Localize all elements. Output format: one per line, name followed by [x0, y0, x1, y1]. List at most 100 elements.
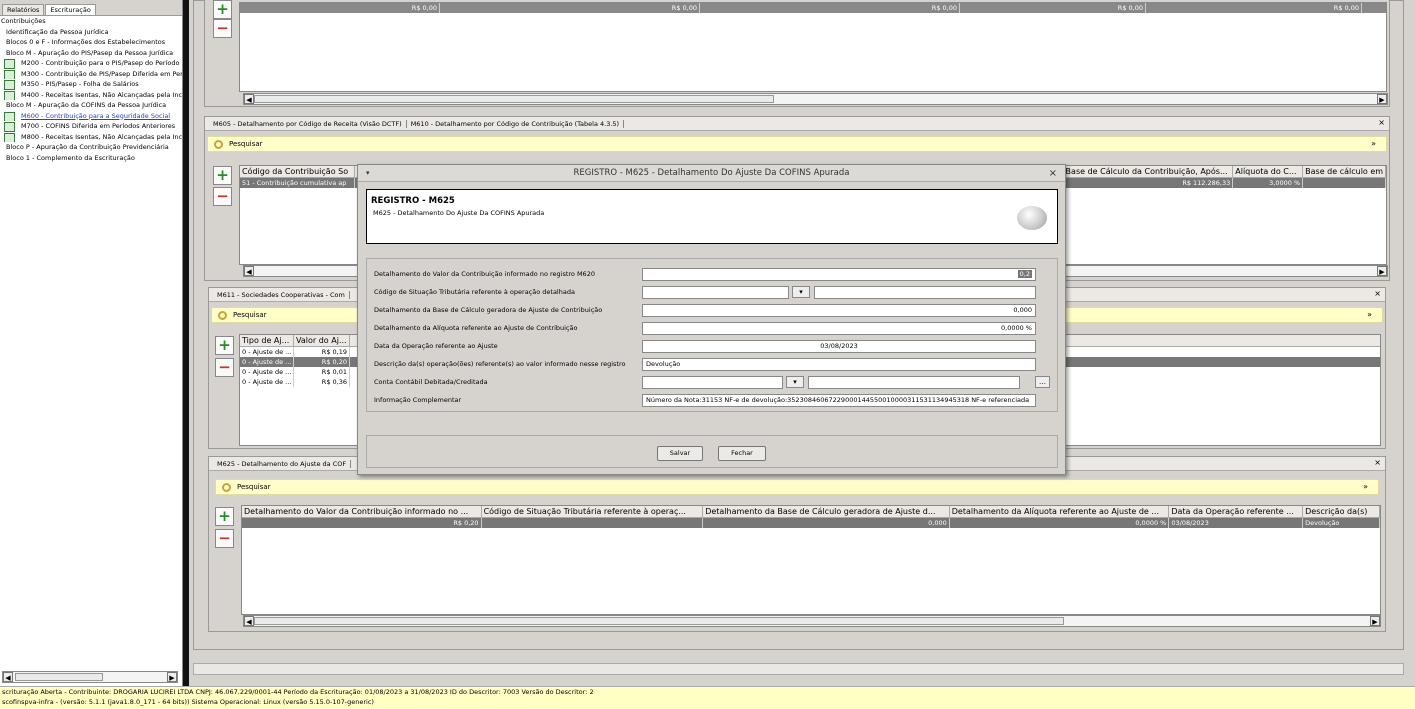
main-horizontal-scrollbar[interactable]	[193, 663, 1404, 675]
column-header[interactable]: Alíquota do C...	[1233, 166, 1304, 177]
tree-item[interactable]: Bloco P - Apuração da Contribuição Previ…	[0, 142, 182, 153]
tree-item[interactable]: Bloco M - Apuração do PIS/Pasep da Pesso…	[0, 48, 182, 59]
cst-dropdown-button[interactable]: ▾	[792, 286, 810, 298]
scroll-thumb[interactable]	[254, 617, 1064, 625]
conta-code-field[interactable]	[642, 376, 783, 389]
scroll-right-arrow-icon[interactable]: ▶	[1370, 616, 1380, 626]
column-header[interactable]: Base de Cálculo da Contribuição, Após...	[1064, 166, 1234, 177]
remove-button[interactable]: −	[213, 187, 232, 206]
header-title: REGISTRO - M625	[371, 196, 455, 206]
m625-grid[interactable]: Detalhamento do Valor da Contribuição in…	[241, 505, 1381, 615]
tab-relatorios[interactable]: Relatórios	[2, 4, 45, 15]
base-calculo-field[interactable]: 0,000	[642, 304, 1036, 317]
horizontal-scrollbar[interactable]: ◀ ▶	[243, 615, 1381, 627]
tree-item[interactable]: M200 - Contribuição para o PIS/Pasep do …	[0, 58, 182, 69]
cell: R$ 0,00	[1146, 3, 1362, 13]
tree-item[interactable]: M300 - Contribuição de PIS/Pasep Diferid…	[0, 69, 182, 79]
left-tabs: Relatórios Escrituração	[0, 0, 182, 16]
column-header[interactable]: Detalhamento da Alíquota referente ao Aj…	[950, 506, 1170, 517]
close-button[interactable]: Fechar	[718, 446, 766, 461]
tree-item[interactable]: M700 - COFINS Diferida em Períodos Anter…	[0, 121, 182, 132]
tab-m610[interactable]: M610 - Detalhamento por Código de Contri…	[407, 119, 625, 128]
column-header[interactable]: Detalhamento da Base de Cálculo geradora…	[703, 506, 950, 517]
scroll-right-arrow-icon[interactable]: ▶	[167, 672, 177, 682]
horizontal-scrollbar[interactable]: ◀ ▶	[243, 93, 1388, 105]
tree-item[interactable]: Contribuições	[0, 16, 182, 27]
column-header[interactable]: Base de cálculo em	[1303, 166, 1386, 177]
tree-item[interactable]: M350 - PIS/Pasep - Folha de Salários	[0, 79, 182, 90]
field-label: Detalhamento da Base de Cálculo geradora…	[374, 306, 603, 314]
valor-field[interactable]: 0,2	[642, 268, 1036, 281]
m625-panel: M625 - Detalhamento do Ajuste da COF × P…	[208, 456, 1386, 632]
add-button[interactable]: +	[213, 0, 232, 19]
scroll-left-arrow-icon[interactable]: ◀	[244, 94, 254, 104]
browse-ellipsis-button[interactable]: …	[1035, 376, 1050, 388]
column-header[interactable]: Detalhamento do Valor da Contribuição in…	[242, 506, 482, 517]
dialog-titlebar[interactable]: ▾ REGISTRO - M625 - Detalhamento Do Ajus…	[358, 165, 1065, 182]
save-button[interactable]: Salvar	[657, 446, 703, 461]
splitter[interactable]	[183, 0, 189, 686]
tree-item[interactable]: M800 - Receitas Isentas, Não Alcançadas …	[0, 132, 182, 142]
tree-item[interactable]: Bloco 1 - Complemento da Escrituração	[0, 153, 182, 164]
column-header[interactable]: Valor do Aj...	[294, 335, 350, 346]
tree-item[interactable]: Blocos 0 e F - Informações dos Estabelec…	[0, 37, 182, 48]
cst-description-field[interactable]	[814, 286, 1036, 299]
scroll-right-arrow-icon[interactable]: ▶	[1377, 94, 1387, 104]
dialog-header: REGISTRO - M625 M625 - Detalhamento Do A…	[366, 189, 1058, 244]
add-button[interactable]: +	[215, 507, 234, 526]
scroll-thumb[interactable]	[254, 95, 774, 103]
remove-button[interactable]: −	[215, 529, 234, 548]
column-header[interactable]: Descrição da(s)	[1303, 506, 1380, 517]
close-icon[interactable]: ×	[1049, 165, 1057, 182]
search-bar[interactable]: Pesquisar »	[215, 479, 1379, 495]
status-bar: scrituração Aberta - Contribuinte: DROGA…	[0, 686, 1415, 709]
column-header[interactable]: Código de Situação Tributária referente …	[482, 506, 704, 517]
tree-item[interactable]: Identificação da Pessoa Jurídica	[0, 27, 182, 38]
chevron-down-icon[interactable]: »	[1367, 310, 1372, 319]
m600-grid[interactable]: R$ 0,00 R$ 0,00 R$ 0,00 R$ 0,00 R$ 0,00	[239, 2, 1387, 92]
tab-m611[interactable]: M611 - Sociedades Cooperativas - Com	[213, 290, 350, 299]
chevron-down-icon[interactable]: »	[1363, 482, 1368, 491]
search-icon	[218, 310, 227, 320]
cell: 0 - Ajuste de ...	[240, 347, 294, 357]
column-header[interactable]: Data da Operação referente ...	[1169, 506, 1304, 517]
tree-item[interactable]: Bloco M - Apuração da COFINS da Pessoa J…	[0, 100, 182, 111]
column-header[interactable]: Código da Contribuição So	[240, 166, 355, 177]
tab-m605[interactable]: M605 - Detalhamento por Código de Receit…	[209, 119, 407, 128]
scroll-left-arrow-icon[interactable]: ◀	[244, 266, 254, 276]
tree-item[interactable]: M400 - Receitas Isentas, Não Alcançadas …	[0, 90, 182, 100]
add-button[interactable]: +	[213, 166, 232, 185]
field-label: Data da Operação referente ao Ajuste	[374, 342, 498, 350]
field-label: Descrição da(s) operação(ões) referente(…	[374, 360, 626, 368]
scroll-left-arrow-icon[interactable]: ◀	[244, 616, 254, 626]
scroll-right-arrow-icon[interactable]: ▶	[1377, 266, 1387, 276]
cell: 03/08/2023	[1169, 518, 1304, 528]
cst-code-field[interactable]	[642, 286, 789, 299]
close-icon[interactable]: ×	[1378, 118, 1385, 127]
search-bar[interactable]: Pesquisar »	[207, 136, 1387, 152]
table-row[interactable]: R$ 0,00 R$ 0,00 R$ 0,00 R$ 0,00 R$ 0,00	[240, 3, 1386, 13]
scroll-left-arrow-icon[interactable]: ◀	[3, 672, 13, 682]
remove-button[interactable]: −	[213, 19, 232, 38]
remove-button[interactable]: −	[215, 358, 234, 377]
dialog-button-bar: Salvar Fechar	[366, 435, 1058, 468]
close-icon[interactable]: ×	[1374, 458, 1381, 467]
close-icon[interactable]: ×	[1374, 289, 1381, 298]
scroll-thumb[interactable]	[15, 673, 103, 681]
cell: R$ 0,00	[440, 3, 700, 13]
conta-description-field[interactable]	[808, 376, 1020, 389]
add-button[interactable]: +	[215, 336, 234, 355]
descricao-field[interactable]: Devolução	[642, 358, 1036, 371]
conta-dropdown-button[interactable]: ▾	[786, 376, 804, 388]
left-horizontal-scrollbar[interactable]: ◀ ▶	[2, 671, 178, 683]
tab-m625[interactable]: M625 - Detalhamento do Ajuste da COF	[213, 459, 352, 468]
chevron-down-icon[interactable]: »	[1371, 139, 1376, 148]
data-operacao-field[interactable]: 03/08/2023	[642, 340, 1036, 353]
informacao-complementar-field[interactable]: Número da Nota:31153 NF-e de devolução:3…	[642, 394, 1036, 407]
tree-item[interactable]: M600 - Contribuição para a Seguridade So…	[0, 111, 182, 121]
window-menu-icon[interactable]: ▾	[366, 165, 370, 182]
tab-escrituracao[interactable]: Escrituração	[45, 4, 96, 15]
table-row[interactable]: R$ 0,20 0,000 0,0000 % 03/08/2023 Devolu…	[242, 518, 1380, 528]
aliquota-field[interactable]: 0,0000 %	[642, 322, 1036, 335]
column-header[interactable]: Tipo de Aj...	[240, 335, 294, 346]
